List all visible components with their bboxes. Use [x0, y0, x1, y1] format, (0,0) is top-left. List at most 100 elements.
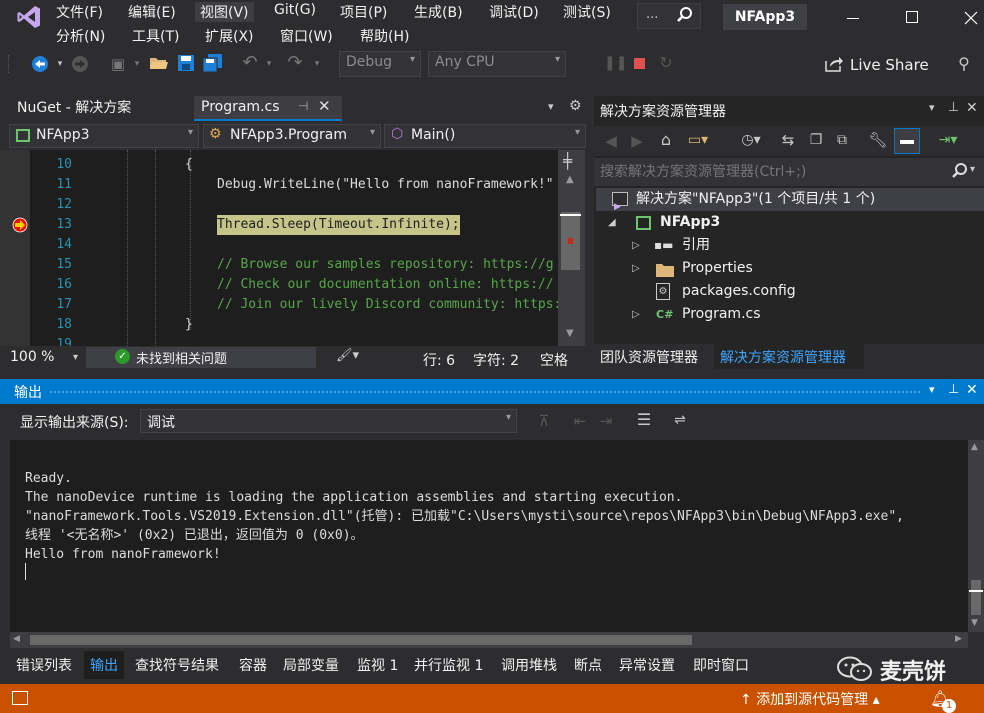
back-icon[interactable]: [30, 55, 50, 77]
collapse-triangle-icon[interactable]: ◢: [608, 211, 616, 234]
platform-dropdown[interactable]: Any CPU ▾: [428, 51, 566, 77]
tree-item-properties[interactable]: ▷ Properties: [596, 257, 984, 280]
menu-item[interactable]: 编辑(E): [128, 2, 176, 22]
bottom-tab[interactable]: 即时窗口: [693, 655, 749, 675]
bottom-tab[interactable]: 错误列表: [16, 655, 72, 675]
scroll-up-arrow-icon[interactable]: ▲: [971, 442, 978, 452]
scroll-thumb[interactable]: [30, 635, 692, 645]
tree-item-references[interactable]: ▷ ▪▬ 引用: [596, 234, 984, 257]
switch-view-icon[interactable]: ▭▾: [682, 131, 714, 149]
new-dropdown-icon[interactable]: ▾: [132, 55, 142, 73]
scroll-down-arrow-icon[interactable]: ▼: [971, 618, 978, 628]
scroll-left-arrow-icon[interactable]: ◀: [13, 634, 20, 644]
home-icon[interactable]: ⌂: [656, 131, 676, 149]
undo-icon[interactable]: ↶: [240, 54, 260, 72]
class-nav-dropdown[interactable]: ⚙ NFApp3.Program ▾: [203, 124, 381, 148]
menu-item[interactable]: 扩展(X): [205, 26, 254, 46]
editor-scrollbar[interactable]: ╪ ▲ ▼: [558, 150, 585, 346]
configuration-dropdown[interactable]: Debug ▾: [339, 51, 421, 77]
next-message-icon[interactable]: ⇥: [596, 412, 616, 430]
output-vscrollbar[interactable]: ▲ ▼: [968, 440, 984, 632]
menu-item[interactable]: 窗口(W): [280, 26, 333, 46]
search-options-chevron-icon[interactable]: ▾: [970, 164, 975, 175]
undo-dropdown-icon[interactable]: ▾: [264, 55, 274, 73]
issues-indicator[interactable]: ✓ 未找到相关问题: [86, 347, 316, 368]
output-hscrollbar[interactable]: ◀ ▶: [10, 632, 968, 648]
git-changes-icon[interactable]: ⇥▾: [930, 131, 966, 149]
collapse-all-icon[interactable]: ❐: [806, 131, 826, 149]
menu-item[interactable]: 调试(D): [489, 2, 539, 22]
scroll-thumb[interactable]: [971, 580, 981, 615]
bottom-tab[interactable]: 断点: [574, 655, 602, 675]
menu-item[interactable]: 分析(N): [56, 26, 105, 46]
maximize-button[interactable]: [898, 2, 928, 32]
feedback-person-icon[interactable]: ⚲: [954, 55, 974, 73]
tab-team-explorer[interactable]: 团队资源管理器: [600, 347, 698, 367]
preview-selected-icon[interactable]: [894, 128, 920, 154]
current-statement-arrow-icon[interactable]: [12, 217, 30, 233]
panel-close-icon[interactable]: ✕: [966, 100, 978, 116]
find-in-output-icon[interactable]: ⊼: [534, 412, 554, 430]
pause-icon[interactable]: ❚❚: [604, 54, 627, 72]
expand-triangle-icon[interactable]: ▷: [632, 234, 640, 257]
prev-message-icon[interactable]: ⇤: [570, 412, 590, 430]
bottom-tab[interactable]: 异常设置: [619, 655, 675, 675]
se-forward-icon[interactable]: ▶: [628, 132, 646, 150]
panel-pin-icon[interactable]: ⊥: [948, 100, 959, 115]
tab-program-cs[interactable]: Program.cs ⊣ ✕: [194, 96, 342, 121]
tab-close-icon[interactable]: ✕: [318, 97, 331, 115]
menu-item[interactable]: 文件(F): [56, 2, 103, 22]
se-search-input[interactable]: [600, 162, 940, 182]
open-folder-icon[interactable]: [148, 54, 170, 76]
expand-triangle-icon[interactable]: ▷: [632, 257, 640, 280]
stop-icon[interactable]: [634, 58, 645, 69]
expand-triangle-icon[interactable]: ▷: [632, 303, 640, 326]
redo-dropdown-icon[interactable]: ▾: [312, 55, 322, 73]
whitespace-mode[interactable]: 空格: [540, 350, 568, 370]
bottom-tab[interactable]: 并行监视 1: [414, 655, 483, 675]
output-source-dropdown[interactable]: 调试 ▾: [140, 409, 517, 433]
code-editor[interactable]: 10 {11 Debug.WriteLine("Hello from nanoFra…: [0, 150, 558, 346]
se-back-icon[interactable]: ◀: [602, 132, 620, 150]
editor-settings-gear-icon[interactable]: ⚙: [569, 98, 582, 114]
bottom-tab[interactable]: 监视 1: [357, 655, 398, 675]
save-icon[interactable]: [176, 54, 196, 76]
forward-icon[interactable]: [70, 55, 90, 77]
properties-wrench-icon[interactable]: 🔧︎: [868, 131, 888, 149]
panel-pin-icon[interactable]: ⊥: [948, 382, 959, 397]
scroll-down-arrow-icon[interactable]: ▼: [566, 328, 574, 339]
bottom-tab[interactable]: 输出: [84, 651, 124, 679]
panel-menu-chevron-icon[interactable]: ▾: [929, 101, 935, 114]
pending-changes-icon[interactable]: ◷▾: [734, 131, 768, 149]
word-wrap-icon[interactable]: ⇌: [670, 411, 690, 429]
scroll-up-arrow-icon[interactable]: ▲: [566, 174, 574, 185]
panel-menu-chevron-icon[interactable]: ▾: [929, 383, 935, 396]
member-nav-dropdown[interactable]: ⬡ Main() ▾: [384, 124, 586, 148]
tab-list-chevron-icon[interactable]: ▾: [548, 100, 554, 113]
output-text-area[interactable]: Ready. The nanoDevice runtime is loading …: [10, 440, 968, 632]
add-to-source-control-button[interactable]: ↑ 添加到源代码管理 ▴: [740, 689, 880, 711]
se-search-box[interactable]: ▾: [594, 158, 984, 186]
sync-icon[interactable]: ⇆: [778, 131, 798, 149]
tree-item-solution[interactable]: ▶ 解决方案"NFApp3"(1 个项目/共 1 个): [596, 188, 984, 212]
back-dropdown-icon[interactable]: ▾: [55, 55, 65, 73]
restart-icon[interactable]: ↻: [656, 54, 676, 72]
search-icon[interactable]: [951, 161, 969, 185]
minimize-button[interactable]: [838, 2, 868, 32]
tree-item-project[interactable]: ◢ NFApp3: [596, 211, 984, 234]
redo-icon[interactable]: ↷: [285, 54, 305, 72]
status-window-icon[interactable]: [12, 691, 28, 705]
tab-solution-explorer[interactable]: 解决方案资源管理器: [714, 344, 864, 369]
close-button[interactable]: [955, 2, 984, 32]
tab-nuget[interactable]: NuGet - 解决方案: [9, 97, 139, 119]
menu-item[interactable]: Git(G): [274, 2, 316, 18]
bottom-tab[interactable]: 局部变量: [283, 655, 339, 675]
menu-item[interactable]: 帮助(H): [360, 26, 409, 46]
menu-item[interactable]: 工具(T): [132, 26, 179, 46]
zoom-dropdown[interactable]: 100 % ▾: [10, 347, 82, 368]
save-all-icon[interactable]: [202, 54, 224, 76]
pin-icon[interactable]: ⊣: [298, 99, 308, 113]
clear-all-icon[interactable]: ☰: [634, 411, 654, 429]
split-editor-icon[interactable]: ╪: [563, 152, 572, 170]
bottom-tab[interactable]: 容器: [239, 655, 267, 675]
